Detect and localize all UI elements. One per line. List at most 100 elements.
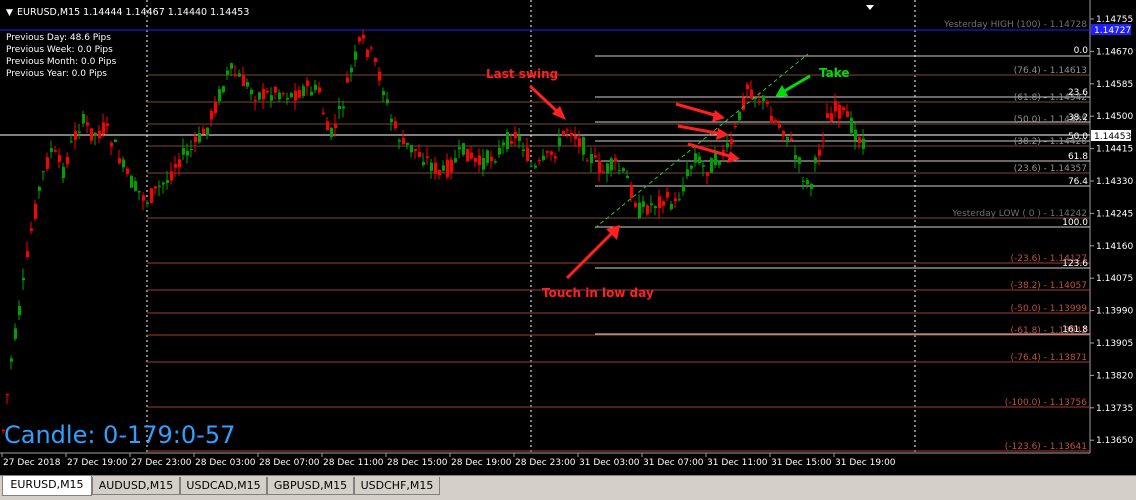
candle-body bbox=[630, 185, 633, 199]
time-tick-label: 28 Dec 15:00 bbox=[387, 458, 448, 468]
candle-body bbox=[218, 89, 221, 101]
chart-title: EURUSD,M15 1.14444 1.14467 1.14440 1.144… bbox=[17, 7, 249, 18]
time-tick-label: 31 Dec 07:00 bbox=[643, 458, 704, 468]
time-tick-label: 31 Dec 03:00 bbox=[579, 458, 640, 468]
candle-body bbox=[410, 145, 413, 153]
candle-body bbox=[154, 186, 157, 189]
candle-body bbox=[306, 80, 309, 86]
candle-body bbox=[554, 156, 557, 159]
candle-body bbox=[166, 179, 169, 183]
candle-body bbox=[242, 75, 245, 87]
candle-body bbox=[226, 70, 229, 75]
candle-body bbox=[42, 171, 45, 173]
price-tick-label: 1.14670 bbox=[1096, 47, 1133, 57]
candle-body bbox=[798, 157, 801, 164]
candle-body bbox=[782, 130, 785, 137]
svg-text:(-123.6) - 1.13641: (-123.6) - 1.13641 bbox=[1005, 442, 1087, 452]
candle-body bbox=[282, 93, 285, 95]
candle-body bbox=[802, 180, 805, 182]
tab-eurusd[interactable]: EURUSD,M15 bbox=[2, 476, 92, 496]
candle-body bbox=[390, 118, 393, 123]
candle-body bbox=[434, 162, 437, 174]
candle-body bbox=[278, 92, 281, 100]
candle-body bbox=[646, 205, 649, 215]
candle-body bbox=[658, 196, 661, 209]
candle-body bbox=[862, 138, 865, 149]
candle-body bbox=[846, 111, 849, 118]
svg-text:123.6: 123.6 bbox=[1062, 259, 1088, 269]
candle-body bbox=[98, 130, 101, 139]
candle-body bbox=[682, 185, 685, 192]
candle-body bbox=[474, 158, 477, 163]
candle-body bbox=[758, 101, 761, 103]
candle-body bbox=[486, 150, 489, 163]
time-tick-label: 31 Dec 11:00 bbox=[707, 458, 768, 468]
candle-body bbox=[274, 86, 277, 93]
candle-body bbox=[358, 37, 361, 42]
candle-body bbox=[310, 91, 313, 96]
candle-body bbox=[130, 175, 133, 188]
candle-body bbox=[642, 201, 645, 207]
chart-window[interactable]: Last swing Touch in low day Take (76.4) … bbox=[0, 0, 1136, 475]
chart-title-arrow-icon[interactable]: ▼ bbox=[6, 8, 13, 18]
candle-body bbox=[614, 158, 617, 162]
candle-body bbox=[250, 89, 253, 95]
last-swing-label: Last swing bbox=[486, 67, 558, 81]
candle-timer: Candle: 0-179:0-57 bbox=[4, 421, 235, 449]
candle-body bbox=[74, 130, 77, 140]
candle-body bbox=[362, 35, 365, 39]
candle-body bbox=[230, 63, 233, 69]
candle-body bbox=[158, 185, 161, 187]
tab-audusd[interactable]: AUDUSD,M15 bbox=[92, 477, 180, 495]
svg-text:161.8: 161.8 bbox=[1062, 325, 1088, 335]
candle-body bbox=[762, 95, 765, 101]
candle-body bbox=[790, 138, 793, 141]
svg-text:(-38.2) - 1.14057: (-38.2) - 1.14057 bbox=[1011, 281, 1088, 291]
candle-body bbox=[342, 106, 345, 109]
candle-body bbox=[394, 121, 397, 129]
candle-body bbox=[538, 160, 541, 162]
svg-text:1.14727: 1.14727 bbox=[1094, 26, 1131, 36]
time-tick-label: 31 Dec 19:00 bbox=[835, 458, 896, 468]
candle-body bbox=[458, 147, 461, 150]
candle-body bbox=[830, 113, 833, 122]
candle-body bbox=[302, 86, 305, 96]
candle-body bbox=[186, 150, 189, 156]
candle-body bbox=[290, 92, 293, 97]
candle-body bbox=[530, 165, 533, 167]
candle-body bbox=[826, 113, 829, 119]
candle-body bbox=[378, 71, 381, 81]
candle-body bbox=[674, 198, 677, 202]
tab-usdchf[interactable]: USDCHF,M15 bbox=[354, 477, 440, 495]
candle-body bbox=[814, 157, 817, 164]
price-axis[interactable]: 1.14755 1.14670 1.14585 1.14500 1.14415 1.143… bbox=[1090, 15, 1133, 446]
candle-body bbox=[122, 159, 125, 168]
candle-body bbox=[622, 168, 625, 172]
candle-body bbox=[778, 124, 781, 128]
candle-body bbox=[462, 143, 465, 155]
time-tick-label: 27 Dec 23:00 bbox=[131, 458, 192, 468]
tab-usdcad[interactable]: USDCAD,M15 bbox=[180, 477, 267, 495]
candle-body bbox=[222, 86, 225, 93]
candle-body bbox=[582, 137, 585, 155]
svg-text:100.0: 100.0 bbox=[1062, 218, 1088, 228]
info-previous-week: Previous Week: 0.0 Pips bbox=[6, 45, 113, 55]
candle-body bbox=[162, 182, 165, 185]
candle-body bbox=[842, 107, 845, 111]
candle-body bbox=[526, 147, 529, 161]
candle-body bbox=[786, 136, 789, 141]
candle-body bbox=[86, 122, 89, 126]
candle-body bbox=[326, 121, 329, 131]
candle-body bbox=[234, 74, 237, 76]
svg-text:76.4: 76.4 bbox=[1068, 177, 1088, 187]
candle-body bbox=[106, 123, 109, 126]
tab-gbpusd[interactable]: GBPUSD,M15 bbox=[267, 477, 354, 495]
price-chart[interactable]: Last swing Touch in low day Take (76.4) … bbox=[0, 0, 1136, 475]
candle-body bbox=[490, 156, 493, 162]
candle-body bbox=[426, 156, 429, 158]
candle-body bbox=[254, 99, 257, 101]
time-axis[interactable]: 27 Dec 2018 27 Dec 19:00 27 Dec 23:00 28 De… bbox=[1, 453, 896, 468]
candle-body bbox=[314, 84, 317, 91]
yesterday-high-label: Yesterday HIGH (100) - 1.14728 bbox=[943, 20, 1087, 30]
candle-body bbox=[414, 148, 417, 151]
